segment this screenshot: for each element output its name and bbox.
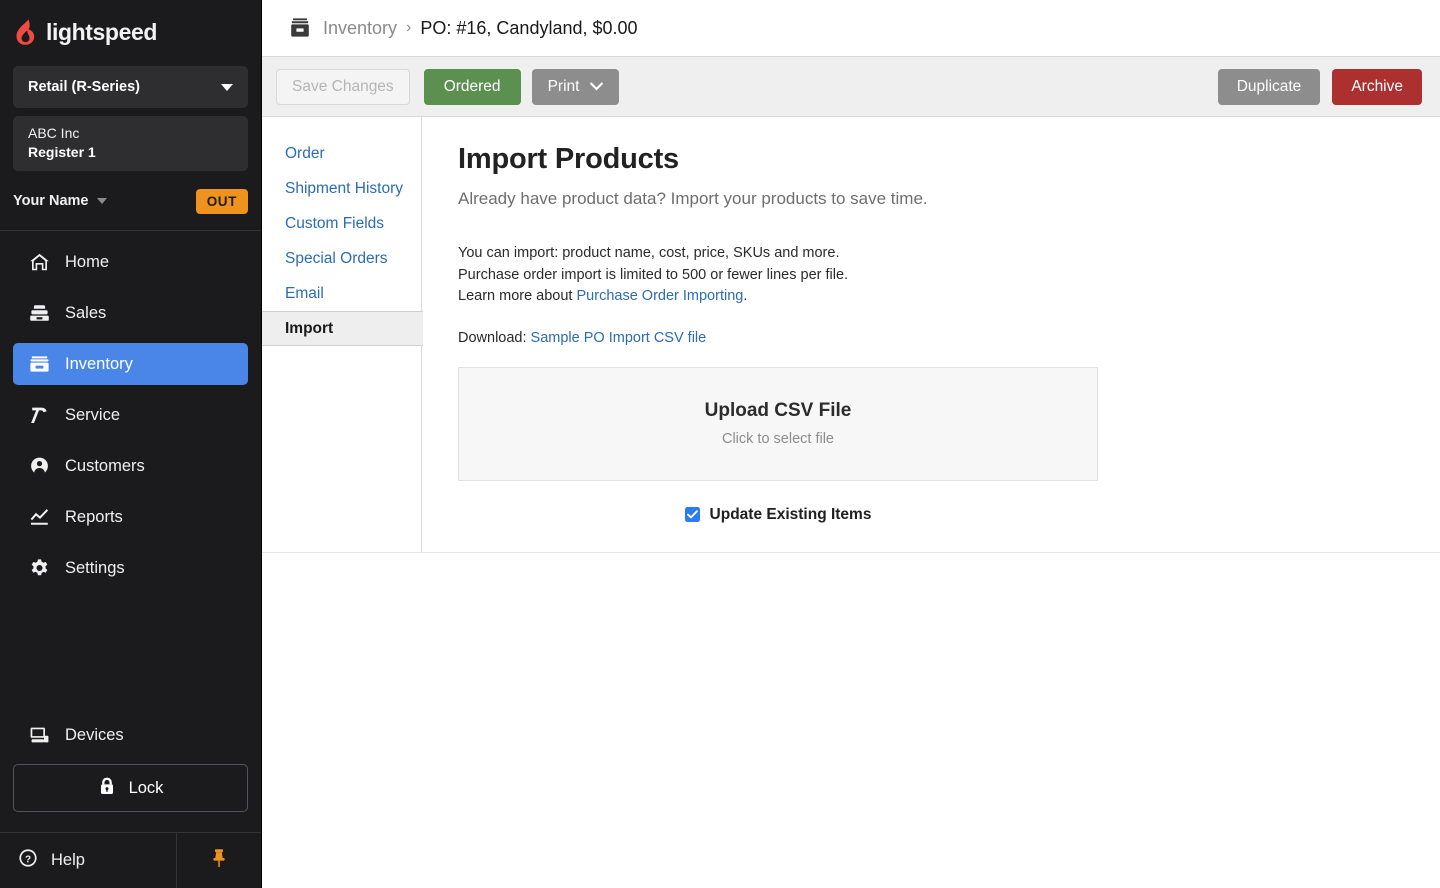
chevron-down-icon [590, 80, 604, 94]
chart-line-icon [27, 507, 51, 527]
subnav-item-special-orders[interactable]: Special Orders [262, 241, 421, 276]
action-toolbar: Save Changes Ordered Print Duplicate Arc… [262, 57, 1440, 117]
sidebar-item-label: Home [65, 252, 110, 271]
import-info-line-1: You can import: product name, cost, pric… [458, 245, 840, 261]
chevron-down-icon [97, 198, 108, 204]
page-subtitle: Already have product data? Import your p… [458, 189, 928, 208]
upload-section: Upload CSV File Click to select file Upd… [458, 366, 1098, 552]
inventory-box-icon [290, 17, 310, 39]
help-label: Help [51, 851, 85, 869]
sidebar-nav: Home Sales Inventory Service Customers R… [0, 231, 261, 598]
main-area: Inventory › PO: #16, Candyland, $0.00 Sa… [262, 0, 1440, 888]
svg-text:?: ? [25, 854, 31, 865]
help-button[interactable]: ? Help [0, 833, 177, 888]
purchase-order-importing-link[interactable]: Purchase Order Importing [577, 288, 744, 304]
subnav-item-email[interactable]: Email [262, 276, 421, 311]
clock-status-badge[interactable]: OUT [195, 188, 248, 214]
user-name-label: Your Name [13, 193, 89, 209]
ordered-status-button[interactable]: Ordered [423, 68, 521, 105]
sidebar-item-customers[interactable]: Customers [13, 445, 248, 487]
content-panel: Order Shipment History Custom Fields Spe… [262, 117, 1440, 553]
app-root: lightspeed Retail (R-Series) ABC Inc Reg… [0, 0, 1440, 888]
gear-icon [27, 558, 51, 578]
pushpin-icon [210, 847, 228, 874]
subnav-item-order[interactable]: Order [262, 136, 421, 171]
page-title: Import Products [458, 143, 679, 175]
upload-title: Upload CSV File [704, 400, 852, 421]
sidebar-item-label: Inventory [65, 354, 133, 373]
sidebar: lightspeed Retail (R-Series) ABC Inc Reg… [0, 0, 262, 888]
account-register: Register 1 [28, 144, 96, 160]
inventory-box-icon [27, 354, 51, 374]
sub-navigation: Order Shipment History Custom Fields Spe… [262, 117, 423, 552]
sidebar-item-settings[interactable]: Settings [13, 547, 248, 589]
sidebar-item-inventory[interactable]: Inventory [13, 343, 248, 385]
pin-sidebar-button[interactable] [177, 833, 261, 888]
sidebar-item-home[interactable]: Home [13, 241, 248, 283]
update-existing-items-label[interactable]: Update Existing Items [710, 506, 872, 524]
checkmark-icon [686, 510, 698, 519]
update-existing-items-checkbox[interactable] [684, 507, 700, 522]
save-changes-button[interactable]: Save Changes [276, 68, 410, 105]
import-info-line-2: Purchase order import is limited to 500 … [458, 266, 849, 283]
hammer-icon [27, 405, 51, 425]
print-button-label: Print [547, 77, 580, 95]
brand-name: lightspeed [46, 18, 158, 45]
user-menu[interactable]: Your Name [13, 193, 108, 209]
duplicate-button[interactable]: Duplicate [1217, 68, 1321, 105]
lock-button-label: Lock [128, 778, 164, 797]
lock-button[interactable]: Lock [13, 764, 248, 812]
subnav-item-import[interactable]: Import [262, 311, 423, 346]
breadcrumb: Inventory › PO: #16, Candyland, $0.00 [262, 0, 1440, 57]
sample-csv-download-link[interactable]: Sample PO Import CSV file [531, 330, 707, 346]
breadcrumb-separator-icon: › [406, 19, 412, 36]
sidebar-item-label: Devices [65, 725, 124, 744]
update-existing-row: Update Existing Items [458, 506, 1098, 552]
user-row: Your Name OUT [13, 181, 248, 221]
chevron-down-icon [221, 83, 233, 91]
home-icon [27, 252, 51, 272]
sidebar-item-label: Reports [65, 507, 123, 526]
learn-more-suffix: . [743, 288, 748, 304]
sidebar-item-service[interactable]: Service [13, 394, 248, 436]
upload-hint: Click to select file [721, 431, 834, 447]
monitor-icon [27, 725, 51, 745]
archive-button[interactable]: Archive [1332, 68, 1422, 105]
subnav-item-custom-fields[interactable]: Custom Fields [262, 206, 421, 241]
account-company: ABC Inc [28, 125, 80, 141]
learn-more-prefix: Learn more about [458, 288, 577, 304]
sidebar-item-sales[interactable]: Sales [13, 292, 248, 334]
product-select-label: Retail (R-Series) [28, 79, 141, 95]
sidebar-item-devices[interactable]: Devices [0, 714, 261, 756]
import-info-line-3: Learn more about Purchase Order Importin… [458, 286, 1440, 308]
lock-icon [98, 776, 116, 801]
person-icon [27, 456, 51, 476]
print-button[interactable]: Print [531, 68, 620, 105]
sidebar-item-label: Service [65, 405, 121, 424]
empty-area-below-panel [262, 552, 1440, 888]
sidebar-item-label: Sales [65, 303, 107, 322]
breadcrumb-root[interactable]: Inventory [323, 18, 397, 39]
subnav-item-shipment-history[interactable]: Shipment History [262, 171, 421, 206]
account-register-box[interactable]: ABC Inc Register 1 [13, 116, 248, 171]
question-circle-icon: ? [18, 848, 38, 873]
csv-upload-dropzone[interactable]: Upload CSV File Click to select file [458, 366, 1098, 481]
sidebar-item-reports[interactable]: Reports [13, 496, 248, 538]
sidebar-item-label: Settings [65, 558, 125, 577]
download-row: Download: Sample PO Import CSV file [458, 330, 1440, 346]
breadcrumb-current: PO: #16, Candyland, $0.00 [420, 17, 638, 38]
product-select[interactable]: Retail (R-Series) [13, 66, 248, 108]
sidebar-item-label: Customers [65, 456, 145, 475]
sales-register-icon [27, 303, 51, 323]
lightspeed-flame-icon [14, 18, 40, 46]
import-products-panel: Import Products Already have product dat… [422, 117, 1440, 552]
brand-logo[interactable]: lightspeed [0, 4, 261, 60]
download-prefix: Download: [458, 329, 531, 346]
help-bar: ? Help [0, 832, 261, 888]
